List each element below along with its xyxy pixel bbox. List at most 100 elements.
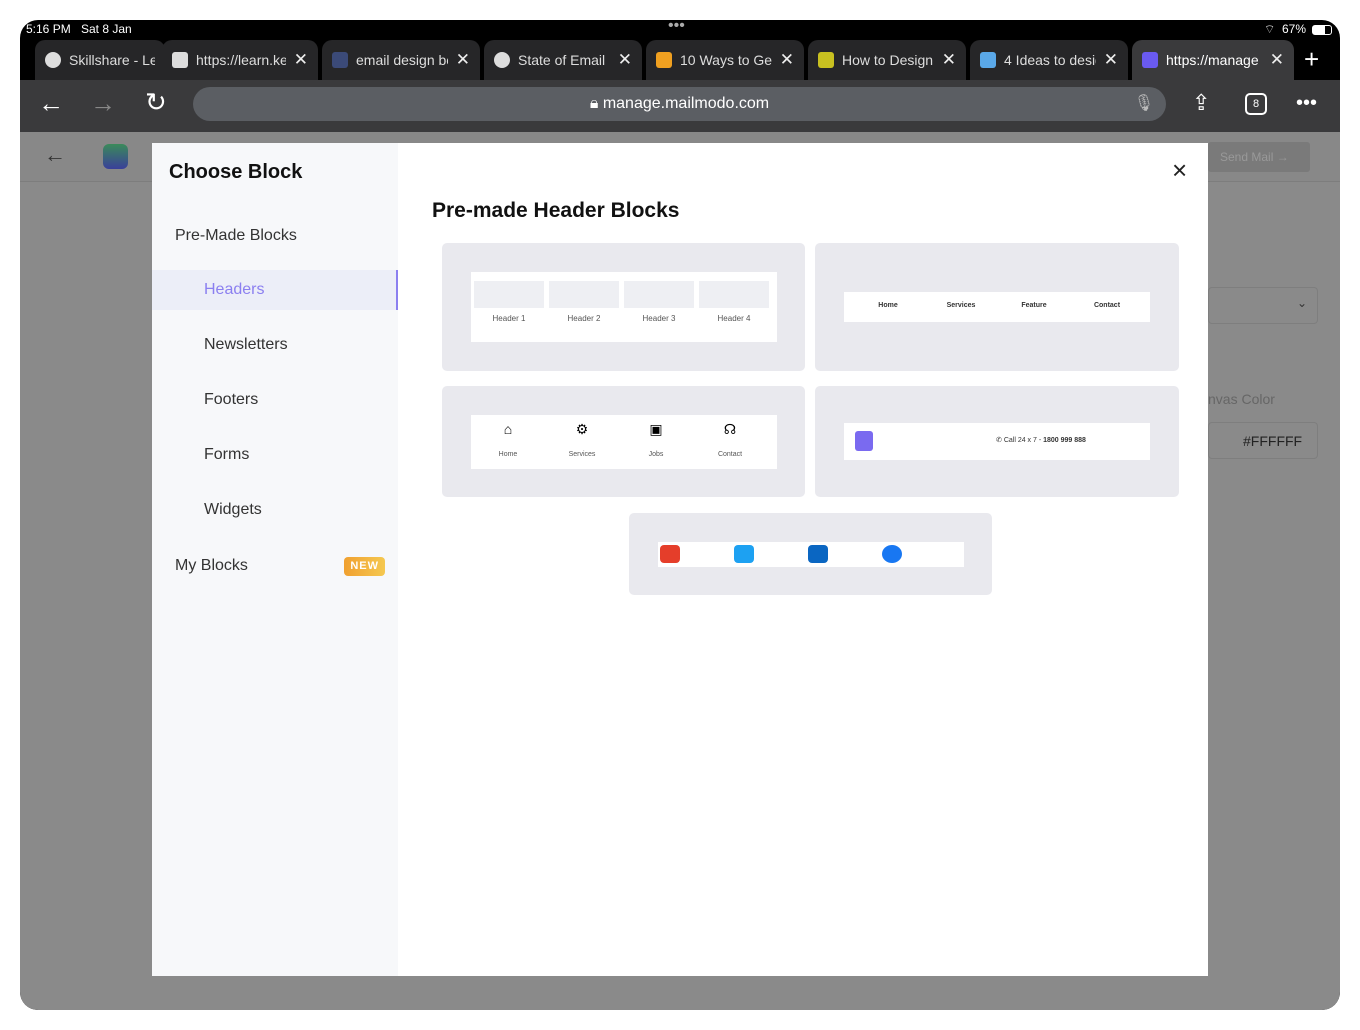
back-button[interactable]: ← — [38, 88, 64, 119]
close-tab-icon[interactable]: ✕ — [1270, 50, 1284, 70]
call-text: ✆ Call 24 x 7 - 1800 999 888 — [996, 437, 1086, 444]
b-icon — [656, 52, 672, 68]
canvas-color-input[interactable]: #FFFFFF — [1208, 422, 1318, 459]
tab-title: Skillshare - Learn — [69, 52, 155, 68]
multitask-dots-icon[interactable]: ••• — [668, 20, 685, 35]
globe-icon — [45, 52, 61, 68]
browser-tab[interactable]: State of Email I ✕ — [484, 40, 642, 80]
sidebar-item-my-blocks[interactable]: My Blocks NEW — [152, 546, 398, 586]
store-bag-icon — [855, 431, 873, 451]
sidebar-item-forms[interactable]: Forms — [152, 435, 398, 475]
nav-link: Home — [878, 302, 898, 309]
dropdown[interactable]: ⌄ — [1208, 287, 1318, 324]
more-menu-button[interactable]: ••• — [1296, 92, 1317, 115]
call-label: Call 24 x 7 - — [1003, 437, 1042, 444]
battery-level: 67% — [1282, 22, 1307, 36]
sidebar-item-footers[interactable]: Footers — [152, 380, 398, 420]
address-bar[interactable]: 🔒︎ manage.mailmodo.com 🎙︎ — [193, 87, 1166, 121]
header-block-5[interactable] — [629, 513, 992, 595]
nav-link: Services — [568, 451, 596, 458]
browser-tab[interactable]: 4 Ideas to desig ✕ — [970, 40, 1128, 80]
new-badge: NEW — [344, 557, 385, 576]
nav-link: Contact — [1093, 302, 1121, 309]
ipad-screen: 5:16 PM Sat 8 Jan ••• ⌔ 67% Skillshare -… — [20, 20, 1340, 1010]
tab-title: State of Email I — [518, 52, 610, 68]
chevron-down-icon: ⌄ — [1296, 296, 1307, 310]
nav-link: Services — [946, 302, 976, 309]
forward-button[interactable]: → — [90, 88, 116, 119]
image-placeholder — [624, 281, 694, 308]
send-mail-button[interactable]: Send Mail → — [1208, 142, 1310, 172]
mailmodo-logo — [103, 144, 128, 169]
close-tab-icon[interactable]: ✕ — [780, 50, 794, 70]
header-block-3[interactable]: ⌂ Home ⚙ Services ▣ Jobs ☊ Contact — [442, 386, 805, 497]
mailmodo-icon — [1142, 52, 1158, 68]
home-icon: ⌂ — [503, 421, 513, 437]
image-placeholder — [474, 281, 544, 308]
header-block-4[interactable]: ✆ Call 24 x 7 - 1800 999 888 — [815, 386, 1179, 497]
call-number: 1800 999 888 — [1043, 437, 1086, 444]
browser-tab[interactable]: https://learn.ke ✕ — [162, 40, 318, 80]
sidebar-item-headers[interactable]: Headers — [152, 270, 398, 310]
close-tab-icon[interactable]: ✕ — [618, 50, 632, 70]
reload-button[interactable]: ↻ — [145, 87, 167, 118]
youtube-icon — [660, 545, 680, 563]
battery-icon — [1312, 25, 1332, 35]
choose-block-modal: Choose Block Pre-Made Blocks Headers New… — [152, 143, 1208, 976]
app-back-icon[interactable]: ← — [44, 142, 66, 168]
nav-link: Feature — [1021, 302, 1047, 309]
browser-tab[interactable]: 10 Ways to Get ✕ — [646, 40, 804, 80]
block-preview: ✆ Call 24 x 7 - 1800 999 888 — [844, 423, 1150, 460]
block-preview: ⌂ Home ⚙ Services ▣ Jobs ☊ Contact — [471, 415, 777, 469]
status-bar: 5:16 PM Sat 8 Jan ••• ⌔ 67% — [20, 20, 1340, 40]
wifi-icon: ⌔ — [1264, 22, 1276, 36]
sidebar-item-widgets[interactable]: Widgets — [152, 490, 398, 530]
nav-link: Home — [498, 451, 518, 458]
browser-toolbar: ← → ↻ 🔒︎ manage.mailmodo.com 🎙︎ ⇪ 8 ••• — [20, 80, 1340, 132]
image-placeholder — [699, 281, 769, 308]
browser-tab[interactable]: https://manage ✕ — [1132, 40, 1294, 80]
status-date: Sat 8 Jan — [81, 22, 132, 36]
m-icon — [980, 52, 996, 68]
browser-tab[interactable]: How to Design ✕ — [808, 40, 966, 80]
tab-title: How to Design — [842, 52, 934, 68]
tab-title: https://manage — [1166, 52, 1259, 68]
close-tab-icon[interactable]: ✕ — [1104, 50, 1118, 70]
tab-count-button[interactable]: 8 — [1245, 93, 1267, 115]
browser-tab[interactable]: email design be ✕ — [322, 40, 480, 80]
close-tab-icon[interactable]: ✕ — [942, 50, 956, 70]
character-icon — [818, 52, 834, 68]
twitter-icon — [734, 545, 754, 563]
facebook-icon — [882, 545, 902, 563]
section-heading: Pre-made Header Blocks — [432, 199, 680, 222]
status-time: 5:16 PM — [26, 22, 71, 36]
gears-icon: ⚙ — [575, 421, 589, 437]
tab-title: 4 Ideas to desig — [1004, 52, 1096, 68]
url-text: manage.mailmodo.com — [602, 95, 770, 112]
canvas-color-label: nvas Color — [1208, 391, 1275, 407]
kit-icon — [172, 52, 188, 68]
microphone-icon[interactable]: 🎙︎ — [1134, 87, 1154, 121]
close-button[interactable]: × — [1172, 155, 1187, 186]
header-label: Header 2 — [567, 314, 601, 323]
header-label: Header 4 — [717, 314, 751, 323]
tab-title: 10 Ways to Get — [680, 52, 772, 68]
header-block-1[interactable]: Header 1 Header 2 Header 3 Header 4 — [442, 243, 805, 371]
browser-tab[interactable]: Skillshare - Learn — [35, 40, 165, 80]
briefcase-icon: ▣ — [649, 421, 663, 437]
sidebar-item-newsletters[interactable]: Newsletters — [152, 325, 398, 365]
share-icon[interactable]: ⇪ — [1192, 90, 1210, 116]
close-tab-icon[interactable]: ✕ — [456, 50, 470, 70]
block-preview: Home Services Feature Contact — [844, 292, 1150, 322]
block-preview: Header 1 Header 2 Header 3 Header 4 — [471, 272, 777, 342]
modal-title: Choose Block — [169, 161, 303, 183]
close-tab-icon[interactable]: ✕ — [294, 50, 308, 70]
header-block-2[interactable]: Home Services Feature Contact — [815, 243, 1179, 371]
sidebar-item-pre-made-blocks[interactable]: Pre-Made Blocks — [152, 216, 398, 256]
new-tab-button[interactable]: + — [1304, 44, 1319, 75]
tab-title: https://learn.ke — [196, 52, 286, 68]
block-sidebar: Choose Block Pre-Made Blocks Headers New… — [152, 143, 398, 976]
header-label: Header 3 — [642, 314, 676, 323]
image-placeholder — [549, 281, 619, 308]
nav-link: Jobs — [648, 451, 664, 458]
